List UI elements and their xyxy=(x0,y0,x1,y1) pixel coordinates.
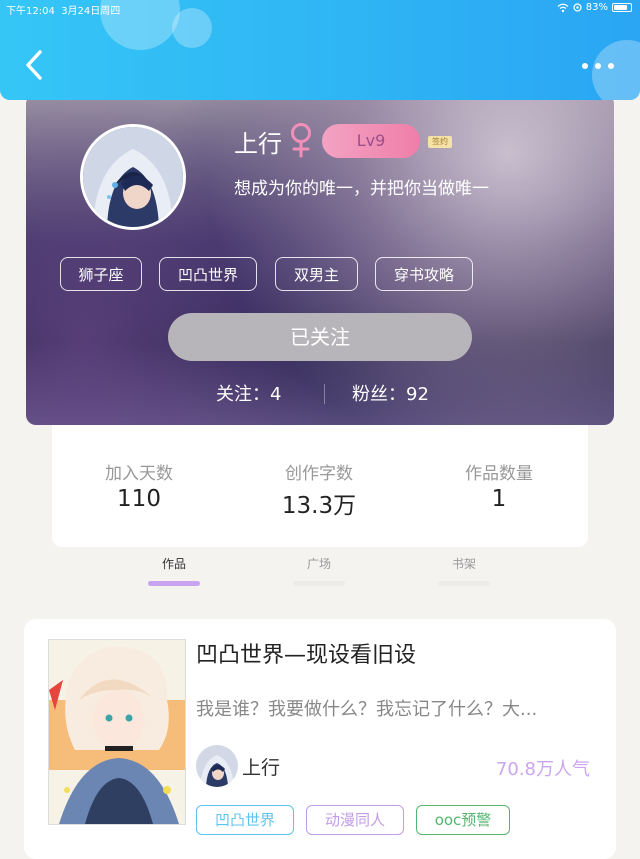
wifi-icon xyxy=(557,3,569,12)
author-avatar[interactable] xyxy=(196,745,238,787)
fans-count[interactable]: 粉丝：92 xyxy=(352,380,429,406)
battery-percent: 83% xyxy=(585,2,608,13)
book-title[interactable]: 凹凸世界—现设看旧设 xyxy=(196,637,416,669)
profile-tag[interactable]: 狮子座 xyxy=(60,257,142,291)
book-cover[interactable] xyxy=(48,639,186,825)
tab-label: 书架 xyxy=(451,557,476,571)
back-chevron-icon[interactable] xyxy=(20,48,50,82)
divider xyxy=(324,384,325,404)
author-avatar-image xyxy=(196,745,238,787)
popularity: 70.8万人气 xyxy=(495,759,590,780)
tab-bookshelf[interactable]: 书架 xyxy=(434,555,494,586)
profile-tag[interactable]: 穿书攻略 xyxy=(375,257,473,291)
user-name: 上行 xyxy=(234,130,282,158)
tab-active-indicator xyxy=(148,581,200,586)
tab-indicator xyxy=(438,581,490,586)
status-bar: 下午12:04 3月24日周四 83% xyxy=(0,0,640,17)
signed-badge: 签约 xyxy=(428,136,452,148)
stat-value: 13.3万 xyxy=(281,493,357,519)
book-card[interactable]: 凹凸世界—现设看旧设 我是谁？我要做什么？我忘记了什么？大... 上行 70.8… xyxy=(24,619,616,859)
female-icon xyxy=(291,123,311,158)
book-description: 我是谁？我要做什么？我忘记了什么？大... xyxy=(196,699,538,720)
stat-label: 加入天数 xyxy=(105,464,173,484)
book-tag[interactable]: ooc预警 xyxy=(416,805,510,835)
book-tag[interactable]: 动漫同人 xyxy=(306,805,404,835)
stat-join-days: 加入天数 110 xyxy=(64,459,214,512)
tab-label: 广场 xyxy=(306,557,331,571)
profile-card: 上行 Lv9 签约 想成为你的唯一，并把你当做唯一 狮子座 凹凸世界 双男主 穿… xyxy=(26,94,614,425)
stat-label: 创作字数 xyxy=(285,464,353,484)
following-count[interactable]: 关注：4 xyxy=(216,380,281,406)
avatar[interactable] xyxy=(80,124,186,230)
location-icon xyxy=(573,3,582,12)
status-time: 下午12:04 xyxy=(6,6,55,17)
profile-tag[interactable]: 凹凸世界 xyxy=(159,257,257,291)
status-right: 83% xyxy=(557,2,632,13)
content-tabs: 作品 广场 书架 xyxy=(0,547,640,599)
stat-label: 作品数量 xyxy=(465,464,533,484)
book-cover-image xyxy=(49,640,185,824)
book-tag[interactable]: 凹凸世界 xyxy=(196,805,294,835)
author-name[interactable]: 上行 xyxy=(242,753,280,780)
status-time-date: 下午12:04 3月24日周四 xyxy=(6,2,120,17)
stat-value: 1 xyxy=(491,486,507,512)
more-dots-icon[interactable] xyxy=(580,56,616,76)
stat-value: 110 xyxy=(117,486,161,512)
tab-works[interactable]: 作品 xyxy=(144,555,204,586)
stat-word-count: 创作字数 13.3万 xyxy=(244,459,394,520)
profile-tag[interactable]: 双男主 xyxy=(275,257,358,291)
status-date: 3月24日周四 xyxy=(61,6,121,17)
tab-label: 作品 xyxy=(161,557,186,571)
battery-fill xyxy=(614,5,628,10)
follow-button[interactable]: 已关注 xyxy=(168,313,472,361)
tab-square[interactable]: 广场 xyxy=(289,555,349,586)
tab-indicator xyxy=(293,581,345,586)
level-badge: Lv9 xyxy=(322,124,420,158)
user-motto: 想成为你的唯一，并把你当做唯一 xyxy=(234,179,489,199)
battery-icon xyxy=(612,3,632,12)
avatar-image xyxy=(83,127,183,227)
stats-panel: 加入天数 110 创作字数 13.3万 作品数量 1 xyxy=(52,425,588,547)
stat-works-count: 作品数量 1 xyxy=(424,459,574,512)
